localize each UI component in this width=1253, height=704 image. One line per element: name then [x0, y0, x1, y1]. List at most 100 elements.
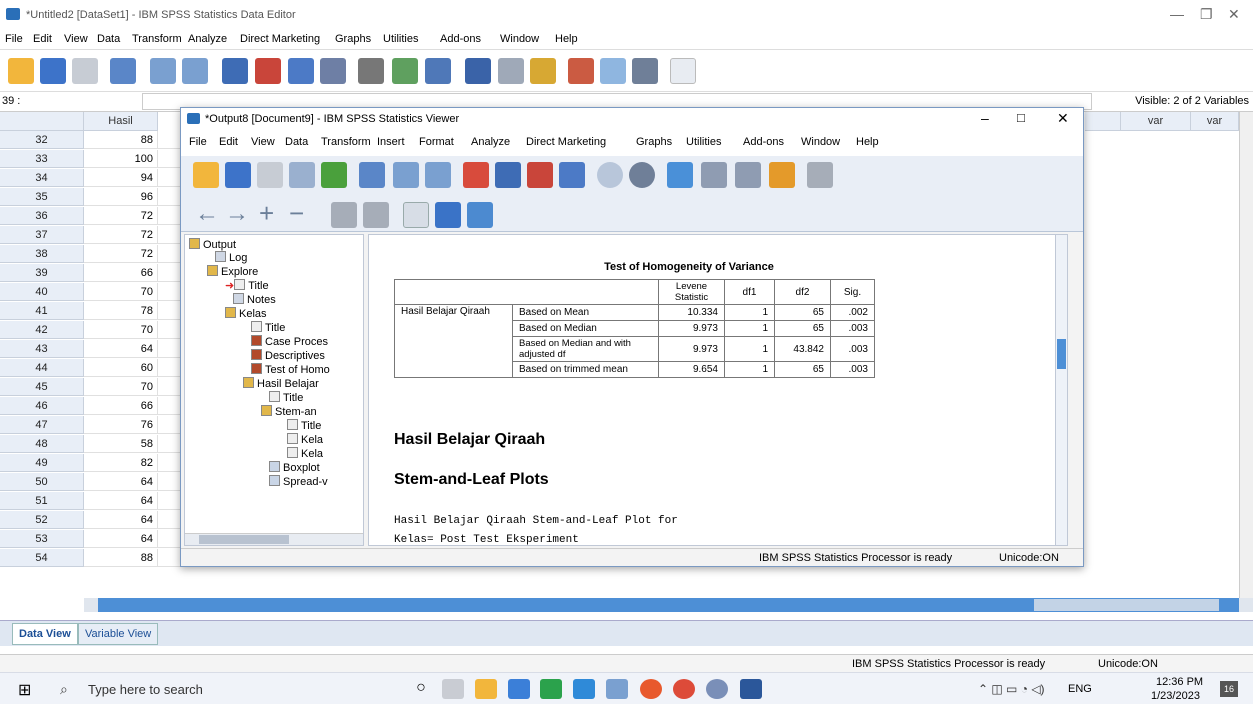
row-header[interactable]: 52 — [0, 511, 84, 529]
data-cell[interactable]: 70 — [84, 378, 158, 396]
outlook-icon[interactable] — [573, 679, 595, 699]
viewer-variables-icon[interactable] — [559, 162, 585, 188]
open-icon[interactable] — [8, 58, 34, 84]
cortana-icon[interactable]: ○ — [410, 679, 432, 699]
row-header[interactable]: 45 — [0, 378, 84, 396]
viewer-show-all-icon[interactable] — [629, 162, 655, 188]
row-header[interactable]: 32 — [0, 131, 84, 149]
outline-node-boxplot[interactable]: Boxplot — [269, 461, 320, 474]
select-last-output-icon[interactable] — [667, 162, 693, 188]
viewer-menu-format[interactable]: Format — [419, 136, 454, 148]
data-cell[interactable]: 70 — [84, 321, 158, 339]
print-preview-icon[interactable] — [289, 162, 315, 188]
file-explorer-icon[interactable] — [475, 679, 497, 699]
outline-node-spread-vs-level[interactable]: Spread-v — [269, 475, 328, 488]
viewer-menu-data[interactable]: Data — [285, 136, 308, 148]
viewer-redo-icon[interactable] — [425, 162, 451, 188]
column-header-var[interactable]: var — [1121, 112, 1191, 131]
vertical-scrollbar[interactable] — [1239, 112, 1253, 598]
outline-node-title[interactable]: Title — [287, 419, 321, 432]
create-script-icon[interactable] — [769, 162, 795, 188]
variables-icon[interactable] — [288, 58, 314, 84]
disabled-tool-icon[interactable] — [807, 162, 833, 188]
save-icon[interactable] — [40, 58, 66, 84]
outline-node-hasil-belajar[interactable]: Hasil Belajar — [243, 377, 319, 390]
viewer-close-icon[interactable]: ✕ — [1057, 110, 1069, 127]
menu-direct-marketing[interactable]: Direct Marketing — [240, 33, 320, 45]
task-view-icon[interactable] — [442, 679, 464, 699]
viewer-menu-insert[interactable]: Insert — [377, 136, 405, 148]
row-header[interactable]: 54 — [0, 549, 84, 567]
notification-badge[interactable]: 16 — [1220, 681, 1238, 697]
data-cell[interactable]: 72 — [84, 245, 158, 263]
data-cell[interactable]: 72 — [84, 226, 158, 244]
row-header[interactable]: 40 — [0, 283, 84, 301]
menu-addons[interactable]: Add-ons — [440, 33, 481, 45]
outline-node-kelas-text[interactable]: Kela — [287, 447, 323, 460]
outline-node-explore[interactable]: Explore — [207, 265, 258, 278]
viewer-menu-window[interactable]: Window — [801, 136, 840, 148]
viewer-open-icon[interactable] — [193, 162, 219, 188]
menu-utilities[interactable]: Utilities — [383, 33, 418, 45]
viewer-menu-transform[interactable]: Transform — [321, 136, 371, 148]
row-header[interactable]: 42 — [0, 321, 84, 339]
outline-node-kelas-text[interactable]: Kela — [287, 433, 323, 446]
outline-node-output[interactable]: Output — [189, 238, 236, 251]
row-header[interactable]: 37 — [0, 226, 84, 244]
viewer-dialog-recall-icon[interactable] — [359, 162, 385, 188]
data-cell[interactable]: 100 — [84, 150, 158, 168]
data-cell[interactable]: 78 — [84, 302, 158, 320]
row-header[interactable]: 34 — [0, 169, 84, 187]
restore-icon[interactable]: ❐ — [1200, 6, 1213, 23]
viewer-menu-analyze[interactable]: Analyze — [471, 136, 510, 148]
viewer-options-icon[interactable] — [735, 162, 761, 188]
designate-window-icon[interactable] — [701, 162, 727, 188]
outline-hscrollbar[interactable] — [185, 533, 363, 545]
tray-icons[interactable]: ⌃ ◫ ▭ ◔ ◁) — [978, 682, 1045, 696]
search-icon[interactable]: ⌕ — [60, 681, 68, 698]
viewer-undo-icon[interactable] — [393, 162, 419, 188]
expand-icon[interactable]: + — [259, 198, 274, 229]
dialog-recall-icon[interactable] — [110, 58, 136, 84]
outline-node-case-processing[interactable]: Case Proces — [251, 335, 328, 348]
data-cell[interactable]: 88 — [84, 549, 158, 567]
outline-node-test-homogeneity[interactable]: Test of Homo — [251, 363, 330, 376]
row-header[interactable]: 39 — [0, 264, 84, 282]
row-header[interactable]: 49 — [0, 454, 84, 472]
value-labels-icon[interactable] — [568, 58, 594, 84]
outline-scroll-thumb[interactable] — [199, 535, 289, 544]
use-sets-icon[interactable] — [600, 58, 626, 84]
column-header-var[interactable] — [1085, 112, 1121, 131]
viewer-menu-edit[interactable]: Edit — [219, 136, 238, 148]
viewer-minimize-icon[interactable]: – — [981, 110, 989, 126]
select-cases-icon[interactable] — [530, 58, 556, 84]
menu-transform[interactable]: Transform — [132, 33, 182, 45]
language-indicator[interactable]: ENG — [1068, 683, 1092, 695]
viewer-print-icon[interactable] — [257, 162, 283, 188]
column-header-var[interactable]: var — [1191, 112, 1239, 131]
data-cell[interactable]: 64 — [84, 340, 158, 358]
show-icon[interactable] — [331, 202, 357, 228]
split-file-icon[interactable] — [465, 58, 491, 84]
row-header[interactable]: 33 — [0, 150, 84, 168]
menu-view[interactable]: View — [64, 33, 88, 45]
show-all-variables-icon[interactable] — [632, 58, 658, 84]
print-icon[interactable] — [72, 58, 98, 84]
app2-icon[interactable] — [706, 679, 728, 699]
insert-text-icon[interactable] — [467, 202, 493, 228]
outline-node-notes[interactable]: Notes — [233, 293, 276, 306]
export-icon[interactable] — [321, 162, 347, 188]
data-cell[interactable]: 94 — [84, 169, 158, 187]
data-cell[interactable]: 66 — [84, 264, 158, 282]
spss-taskbar-icon[interactable] — [508, 679, 530, 699]
horizontal-scrollbar[interactable] — [84, 598, 1253, 612]
close-icon[interactable]: ✕ — [1228, 6, 1240, 23]
viewer-use-sets-icon[interactable] — [597, 162, 623, 188]
taskbar-search[interactable]: Type here to search — [88, 682, 203, 697]
windows-start-icon[interactable]: ⊞ — [18, 680, 31, 700]
data-cell[interactable]: 70 — [84, 283, 158, 301]
content-scroll-thumb[interactable] — [1057, 339, 1066, 369]
collapse-icon[interactable]: − — [289, 198, 304, 229]
row-header[interactable]: 43 — [0, 340, 84, 358]
menu-data[interactable]: Data — [97, 33, 120, 45]
